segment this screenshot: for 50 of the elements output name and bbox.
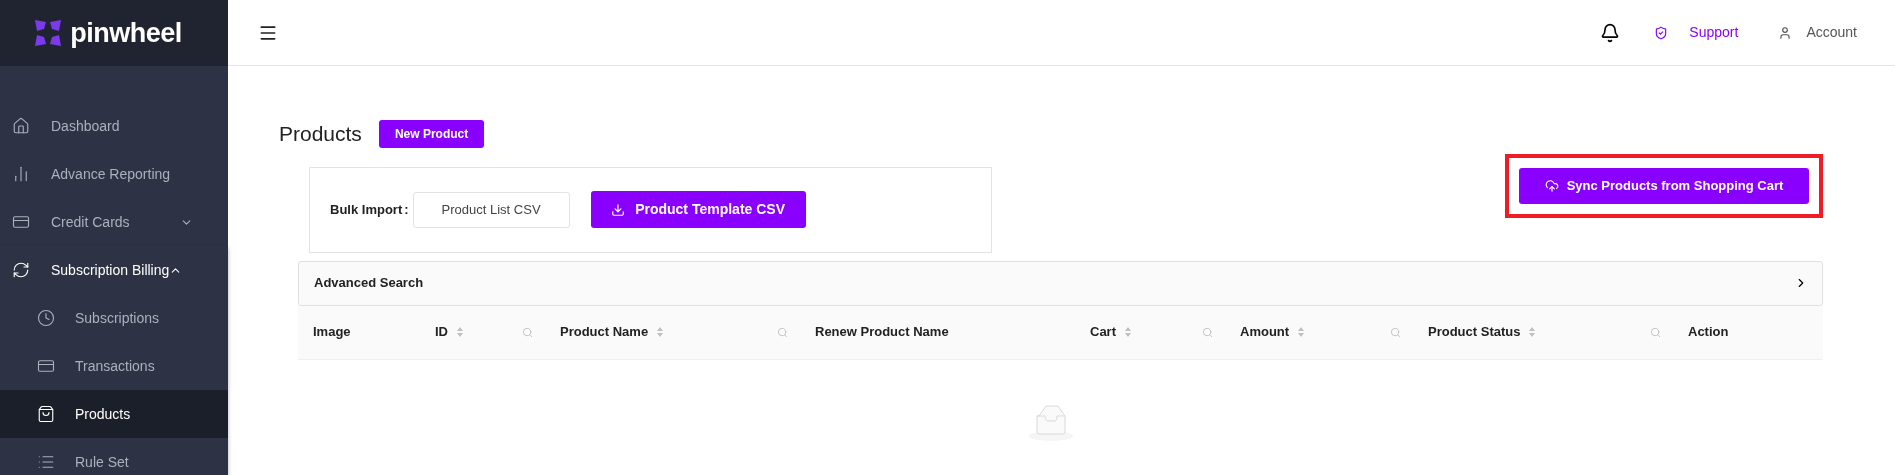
column-label: Renew Product Name xyxy=(815,323,949,342)
bulk-import-label: Bulk Import: xyxy=(330,200,409,219)
column-label: ID xyxy=(435,323,448,342)
logo-text: pinwheel xyxy=(70,16,182,50)
shopping-bag-icon xyxy=(37,405,55,423)
card-icon xyxy=(12,213,30,231)
sidebar-subitem[interactable]: Subscriptions xyxy=(0,294,228,342)
sidebar-item[interactable]: Subscription Billing xyxy=(0,246,228,294)
shield-check-icon xyxy=(1654,25,1669,40)
sort-icon[interactable] xyxy=(1528,326,1537,338)
column-label: Product Status xyxy=(1428,323,1521,342)
pinwheel-logo-icon xyxy=(34,19,63,47)
sync-products-button[interactable]: Sync Products from Shopping Cart xyxy=(1519,167,1809,204)
bar-chart-icon xyxy=(12,165,30,183)
advanced-search-bar[interactable]: Advanced Search xyxy=(298,260,1823,306)
sidebar-item[interactable]: Advance Reporting xyxy=(0,150,228,198)
sort-icon[interactable] xyxy=(1297,326,1306,338)
support-link[interactable]: Support xyxy=(1689,22,1739,43)
card-icon xyxy=(37,357,55,375)
product-list-csv-button[interactable]: Product List CSV xyxy=(412,191,570,228)
column-label: Image xyxy=(313,323,351,342)
user-icon xyxy=(1778,25,1793,40)
cloud-icon xyxy=(1544,178,1559,193)
sort-icon[interactable] xyxy=(656,326,665,338)
sort-icon[interactable] xyxy=(1124,326,1132,338)
clock-icon xyxy=(37,309,55,327)
bell-icon[interactable] xyxy=(1600,22,1621,43)
search-icon[interactable] xyxy=(1650,326,1661,338)
search-icon[interactable] xyxy=(1390,326,1401,338)
sidebar-subitem[interactable]: Transactions xyxy=(0,342,228,390)
new-product-button[interactable]: New Product xyxy=(378,119,485,148)
home-icon xyxy=(12,117,30,135)
page-title: Products xyxy=(279,121,362,147)
sort-icon[interactable] xyxy=(456,326,464,338)
column-label: Action xyxy=(1688,323,1729,342)
refresh-icon xyxy=(12,261,30,279)
search-icon[interactable] xyxy=(777,326,788,338)
search-icon[interactable] xyxy=(522,326,533,338)
column-label: Product Name xyxy=(560,323,649,342)
sidebar-item[interactable]: Dashboard xyxy=(0,102,228,150)
search-icon[interactable] xyxy=(1202,326,1213,338)
sidebar-subitem[interactable]: Products xyxy=(0,390,228,438)
list-icon xyxy=(37,453,55,471)
sidebar-subitem[interactable]: Rule Set xyxy=(0,438,228,475)
product-template-csv-button[interactable]: Product Template CSV xyxy=(590,191,806,228)
column-label: Amount xyxy=(1240,323,1290,342)
sidebar-item[interactable]: Credit Cards xyxy=(0,198,228,246)
account-link[interactable]: Account xyxy=(1806,22,1857,43)
download-icon xyxy=(611,202,626,217)
column-label: Cart xyxy=(1090,323,1116,342)
